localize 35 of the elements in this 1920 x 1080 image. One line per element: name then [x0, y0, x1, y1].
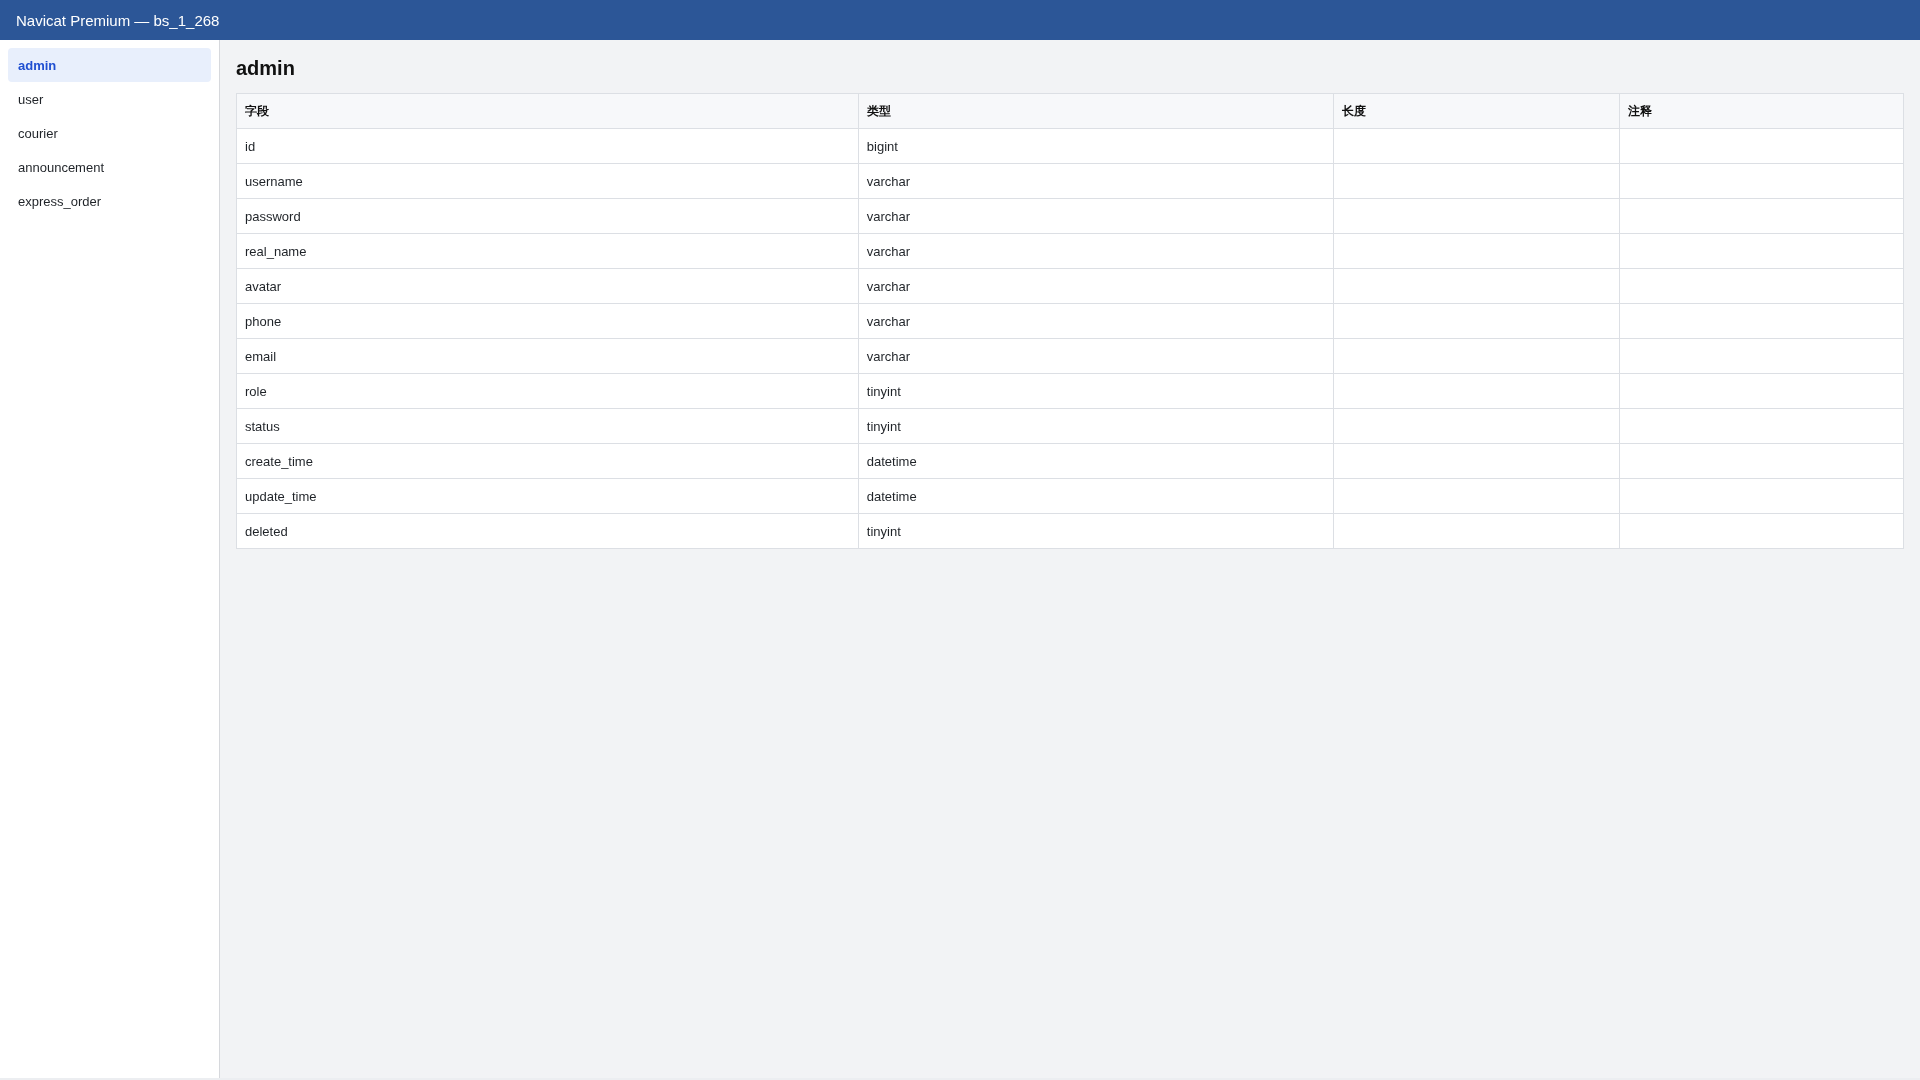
sidebar-item[interactable]: user — [8, 82, 211, 116]
table-cell: varchar — [858, 163, 1334, 199]
column-header: 注释 — [1619, 93, 1904, 129]
table-cell: tinyint — [858, 408, 1334, 444]
table-cell: varchar — [858, 338, 1334, 374]
column-header: 类型 — [858, 93, 1334, 129]
column-header: 字段 — [236, 93, 859, 129]
table-cell: tinyint — [858, 513, 1334, 549]
table-cell: id — [236, 128, 859, 164]
table-cell: varchar — [858, 198, 1334, 234]
table-cell: create_time — [236, 443, 859, 479]
table-cell: status — [236, 408, 859, 444]
table-cell: password — [236, 198, 859, 234]
table-cell: email — [236, 338, 859, 374]
table-cell: update_time — [236, 478, 859, 514]
table-cell: role — [236, 373, 859, 409]
table-cell: varchar — [858, 268, 1334, 304]
table-cell: tinyint — [858, 373, 1334, 409]
sidebar-item[interactable]: courier — [8, 116, 211, 150]
column-header: 长度 — [1333, 93, 1620, 129]
table-cell: datetime — [858, 478, 1334, 514]
table-cell: phone — [236, 303, 859, 339]
table-cell: varchar — [858, 233, 1334, 269]
table-cell: varchar — [858, 303, 1334, 339]
table-cell: username — [236, 163, 859, 199]
window-title: Navicat Premium — bs_1_268 — [16, 11, 220, 29]
table-cell: avatar — [236, 268, 859, 304]
sidebar-item[interactable]: announcement — [8, 150, 211, 184]
table-heading: admin — [236, 56, 295, 81]
table-cell: real_name — [236, 233, 859, 269]
sidebar-item[interactable]: express_order — [8, 184, 211, 218]
sidebar-item[interactable]: admin — [8, 48, 211, 82]
table-cell: datetime — [858, 443, 1334, 479]
table-cell: bigint — [858, 128, 1334, 164]
table-cell: deleted — [236, 513, 859, 549]
